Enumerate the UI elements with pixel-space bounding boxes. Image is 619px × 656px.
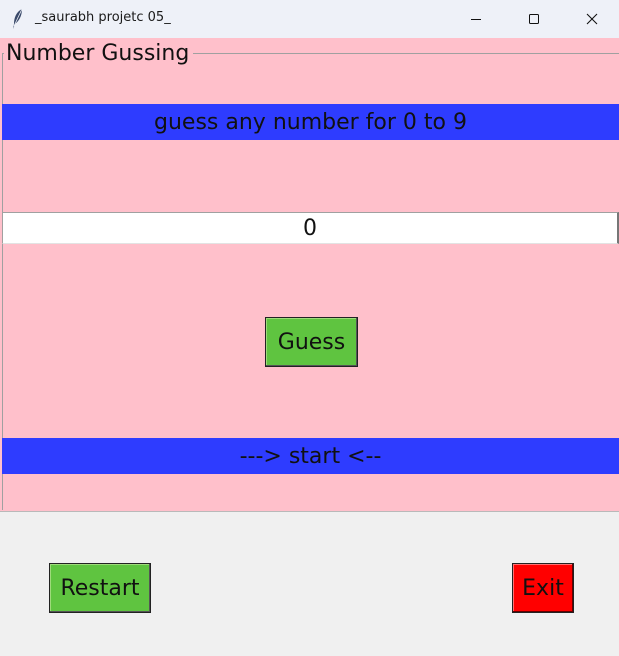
prompt-banner: guess any number for 0 to 9 [2, 104, 619, 140]
guess-button[interactable]: Guess [265, 317, 358, 367]
guess-button-label: Guess [277, 329, 346, 355]
number-guessing-frame: Number Gussing guess any number for 0 to… [0, 38, 619, 512]
close-button[interactable] [563, 0, 619, 38]
restart-button-label: Restart [60, 575, 140, 601]
app-window: _saurabh projetc 05_ Number Gussing gues… [0, 0, 619, 656]
status-text: ---> start <-- [239, 443, 382, 469]
maximize-icon [529, 14, 539, 24]
minimize-button[interactable] [447, 0, 505, 38]
exit-button-label: Exit [522, 575, 564, 601]
prompt-text: guess any number for 0 to 9 [154, 109, 467, 135]
restart-button[interactable]: Restart [49, 563, 151, 613]
minimize-icon [471, 19, 481, 20]
title-bar[interactable]: _saurabh projetc 05_ [0, 0, 619, 38]
frame-label: Number Gussing [4, 41, 194, 67]
window-title: _saurabh projetc 05_ [35, 10, 171, 25]
status-banner: ---> start <-- [2, 438, 619, 474]
exit-button[interactable]: Exit [512, 563, 574, 613]
feather-icon [13, 8, 23, 29]
number-entry[interactable] [2, 212, 619, 244]
close-icon [586, 13, 598, 25]
maximize-button[interactable] [505, 0, 563, 38]
